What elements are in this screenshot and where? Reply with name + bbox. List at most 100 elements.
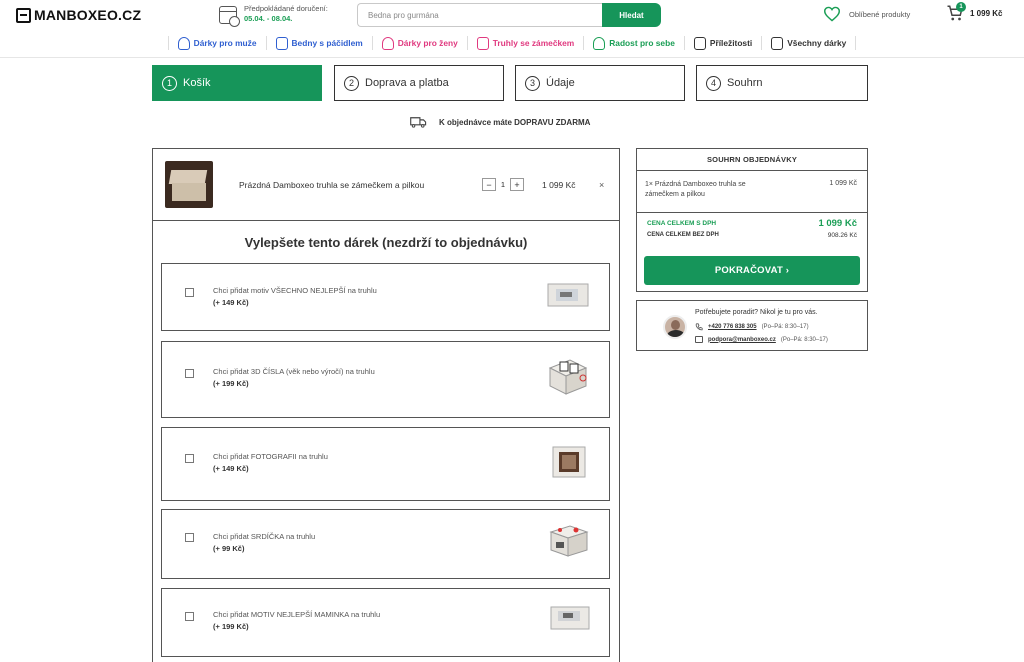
upgrade-option-text: Chci přidat motiv VŠECHNO NEJLEPŠÍ na tr… [213, 286, 377, 295]
summary-item-name: 1× Prázdná Damboxeo truhla se zámečkem a… [645, 181, 746, 198]
upgrade-product-image [549, 525, 589, 557]
step-shipping-payment[interactable]: 2 Doprava a platba [334, 65, 504, 101]
upgrade-product-image [550, 606, 590, 630]
continue-button[interactable]: POKRAČOVAT › [644, 256, 860, 285]
upgrade-product-image [547, 283, 589, 307]
truck-icon [410, 117, 427, 128]
category-nav: Dárky pro muže Bedny s páčidlem Dárky pr… [0, 30, 1024, 56]
crate-icon [275, 36, 288, 50]
support-phone-link[interactable]: +420 776 838 305 [708, 324, 757, 330]
quantity-stepper: − 1 + [482, 178, 524, 191]
upgrade-option[interactable]: Chci přidat 3D ČÍSLA (věk nebo výročí) n… [161, 341, 610, 418]
free-shipping-notice: K objednávce máte DOPRAVU ZDARMA [410, 116, 590, 128]
nav-item-label: Dárky pro muže [193, 38, 257, 48]
heart-icon [823, 6, 841, 22]
upgrade-option-price: (+ 149 Kč) [213, 464, 249, 473]
upgrade-option-price: (+ 199 Kč) [213, 622, 249, 631]
summary-item-price: 1 099 Kč [829, 180, 857, 187]
upgrade-option-text: Chci přidat FOTOGRAFII na truhlu [213, 452, 328, 461]
support-email-link[interactable]: podpora@manboxeo.cz [708, 337, 776, 343]
upgrade-title: Vylepšete tento dárek (nezdrží to objedn… [244, 235, 528, 250]
total-with-vat: 1 099 Kč [818, 218, 857, 229]
remove-item-icon[interactable]: × [599, 180, 604, 190]
upgrade-option[interactable]: Chci přidat MOTIV NEJLEPŠÍ MAMINKA na tr… [161, 588, 610, 657]
nav-item-label: Dárky pro ženy [397, 38, 458, 48]
upgrade-option[interactable]: Chci přidat motiv VŠECHNO NEJLEPŠÍ na tr… [161, 263, 610, 331]
upgrade-option-price: (+ 199 Kč) [213, 379, 249, 388]
search-button[interactable]: Hledat [602, 3, 661, 27]
upgrade-checkbox[interactable] [185, 369, 194, 378]
step-label: Údaje [546, 77, 575, 89]
cart-item-row: Prázdná Damboxeo truhla se zámečkem a pi… [153, 149, 619, 221]
summary-title: SOUHRN OBJEDNÁVKY [637, 149, 867, 171]
step-details[interactable]: 3 Údaje [515, 65, 685, 101]
step-cart[interactable]: 1 Košík [152, 65, 322, 101]
phone-icon [695, 323, 703, 331]
upgrade-checkbox[interactable] [185, 454, 194, 463]
man-gift-icon [177, 36, 190, 50]
step-summary[interactable]: 4 Souhrn [696, 65, 868, 101]
step-number: 2 [344, 75, 359, 91]
upgrade-product-image [548, 359, 588, 395]
qty-decrease-button[interactable]: − [482, 178, 496, 191]
mail-icon [695, 336, 703, 343]
avatar [663, 315, 687, 339]
support-phone-hours: (Po–Pá: 8:30–17) [761, 324, 809, 330]
summary-divider [637, 212, 867, 213]
nav-item-label: Truhly se zámečkem [492, 38, 575, 48]
step-number: 3 [525, 75, 540, 91]
woman-gift-icon [381, 36, 394, 50]
search-bar: Hledat [357, 3, 661, 27]
logo-text: MANBOXEO.CZ [34, 7, 142, 23]
product-thumbnail[interactable] [165, 161, 213, 208]
qty-value[interactable]: 1 [499, 180, 507, 189]
header: MANBOXEO.CZ Předpokládané doručení: 05.0… [0, 0, 1024, 30]
upgrade-checkbox[interactable] [185, 533, 194, 542]
nav-item-label: Všechny dárky [787, 38, 847, 48]
nav-item-darky-pro-zeny[interactable]: Dárky pro ženy [373, 36, 468, 50]
upgrade-option-text: Chci přidat MOTIV NEJLEPŠÍ MAMINKA na tr… [213, 610, 381, 619]
step-label: Souhrn [727, 77, 763, 89]
upgrade-checkbox[interactable] [185, 612, 194, 621]
support-box: Potřebujete poradit? Nikol je tu pro vás… [636, 300, 868, 351]
step-label: Košík [183, 77, 211, 89]
chest-icon [476, 36, 489, 50]
favorites-label: Oblíbené produkty [849, 9, 911, 19]
delivery-estimate: Předpokládané doručení: 05.04. - 08.04. [219, 4, 328, 27]
logo-box-icon [16, 7, 31, 23]
total-without-vat: 908.26 Kč [827, 232, 857, 239]
product-name[interactable]: Prázdná Damboxeo truhla se zámečkem a pi… [239, 180, 424, 190]
step-label: Doprava a platba [365, 77, 449, 89]
qty-increase-button[interactable]: + [510, 178, 524, 191]
upgrade-option[interactable]: Chci přidat FOTOGRAFII na truhlu (+ 149 … [161, 427, 610, 501]
upgrade-option-price: (+ 149 Kč) [213, 298, 249, 307]
logo[interactable]: MANBOXEO.CZ [16, 7, 141, 23]
cart-panel: Prázdná Damboxeo truhla se zámečkem a pi… [152, 148, 620, 662]
upgrade-option-text: Chci přidat SRDÍČKA na truhlu [213, 532, 316, 541]
nav-item-truhly-se-zameckem[interactable]: Truhly se zámečkem [468, 36, 585, 50]
calendar-clock-icon [219, 6, 240, 27]
upgrade-option[interactable]: Chci přidat SRDÍČKA na truhlu (+ 99 Kč) [161, 509, 610, 579]
step-number: 1 [162, 75, 177, 91]
upgrade-checkbox[interactable] [185, 288, 194, 297]
support-phone-line: +420 776 838 305 (Po–Pá: 8:30–17) [695, 323, 809, 331]
nav-item-darky-pro-muze[interactable]: Dárky pro muže [167, 36, 267, 50]
order-summary: SOUHRN OBJEDNÁVKY 1× Prázdná Damboxeo tr… [636, 148, 868, 292]
cart-link[interactable]: 1 1 099 Kč [946, 2, 1002, 22]
nav-divider [0, 57, 1024, 58]
favorites-link[interactable]: Oblíbené produkty [823, 6, 910, 22]
support-email-hours: (Po–Pá: 8:30–17) [780, 336, 828, 343]
upgrade-product-image [552, 446, 586, 478]
hand-heart-icon [593, 36, 606, 50]
delivery-dates: 05.04. - 08.04. [244, 14, 293, 23]
cart-count-badge: 1 [956, 2, 966, 12]
free-shipping-text: K objednávce máte DOPRAVU ZDARMA [439, 117, 591, 127]
nav-item-label: Příležitosti [709, 38, 753, 48]
nav-item-vsechny-darky[interactable]: Všechny dárky [762, 36, 857, 50]
nav-item-radost-pro-sebe[interactable]: Radost pro sebe [584, 36, 685, 50]
search-input[interactable] [357, 3, 602, 27]
gift-icon [771, 36, 784, 50]
nav-item-prilezitosti[interactable]: Příležitosti [685, 36, 763, 50]
product-price: 1 099 Kč [542, 180, 576, 190]
nav-item-bedny-s-pacidlem[interactable]: Bedny s páčidlem [267, 36, 373, 50]
